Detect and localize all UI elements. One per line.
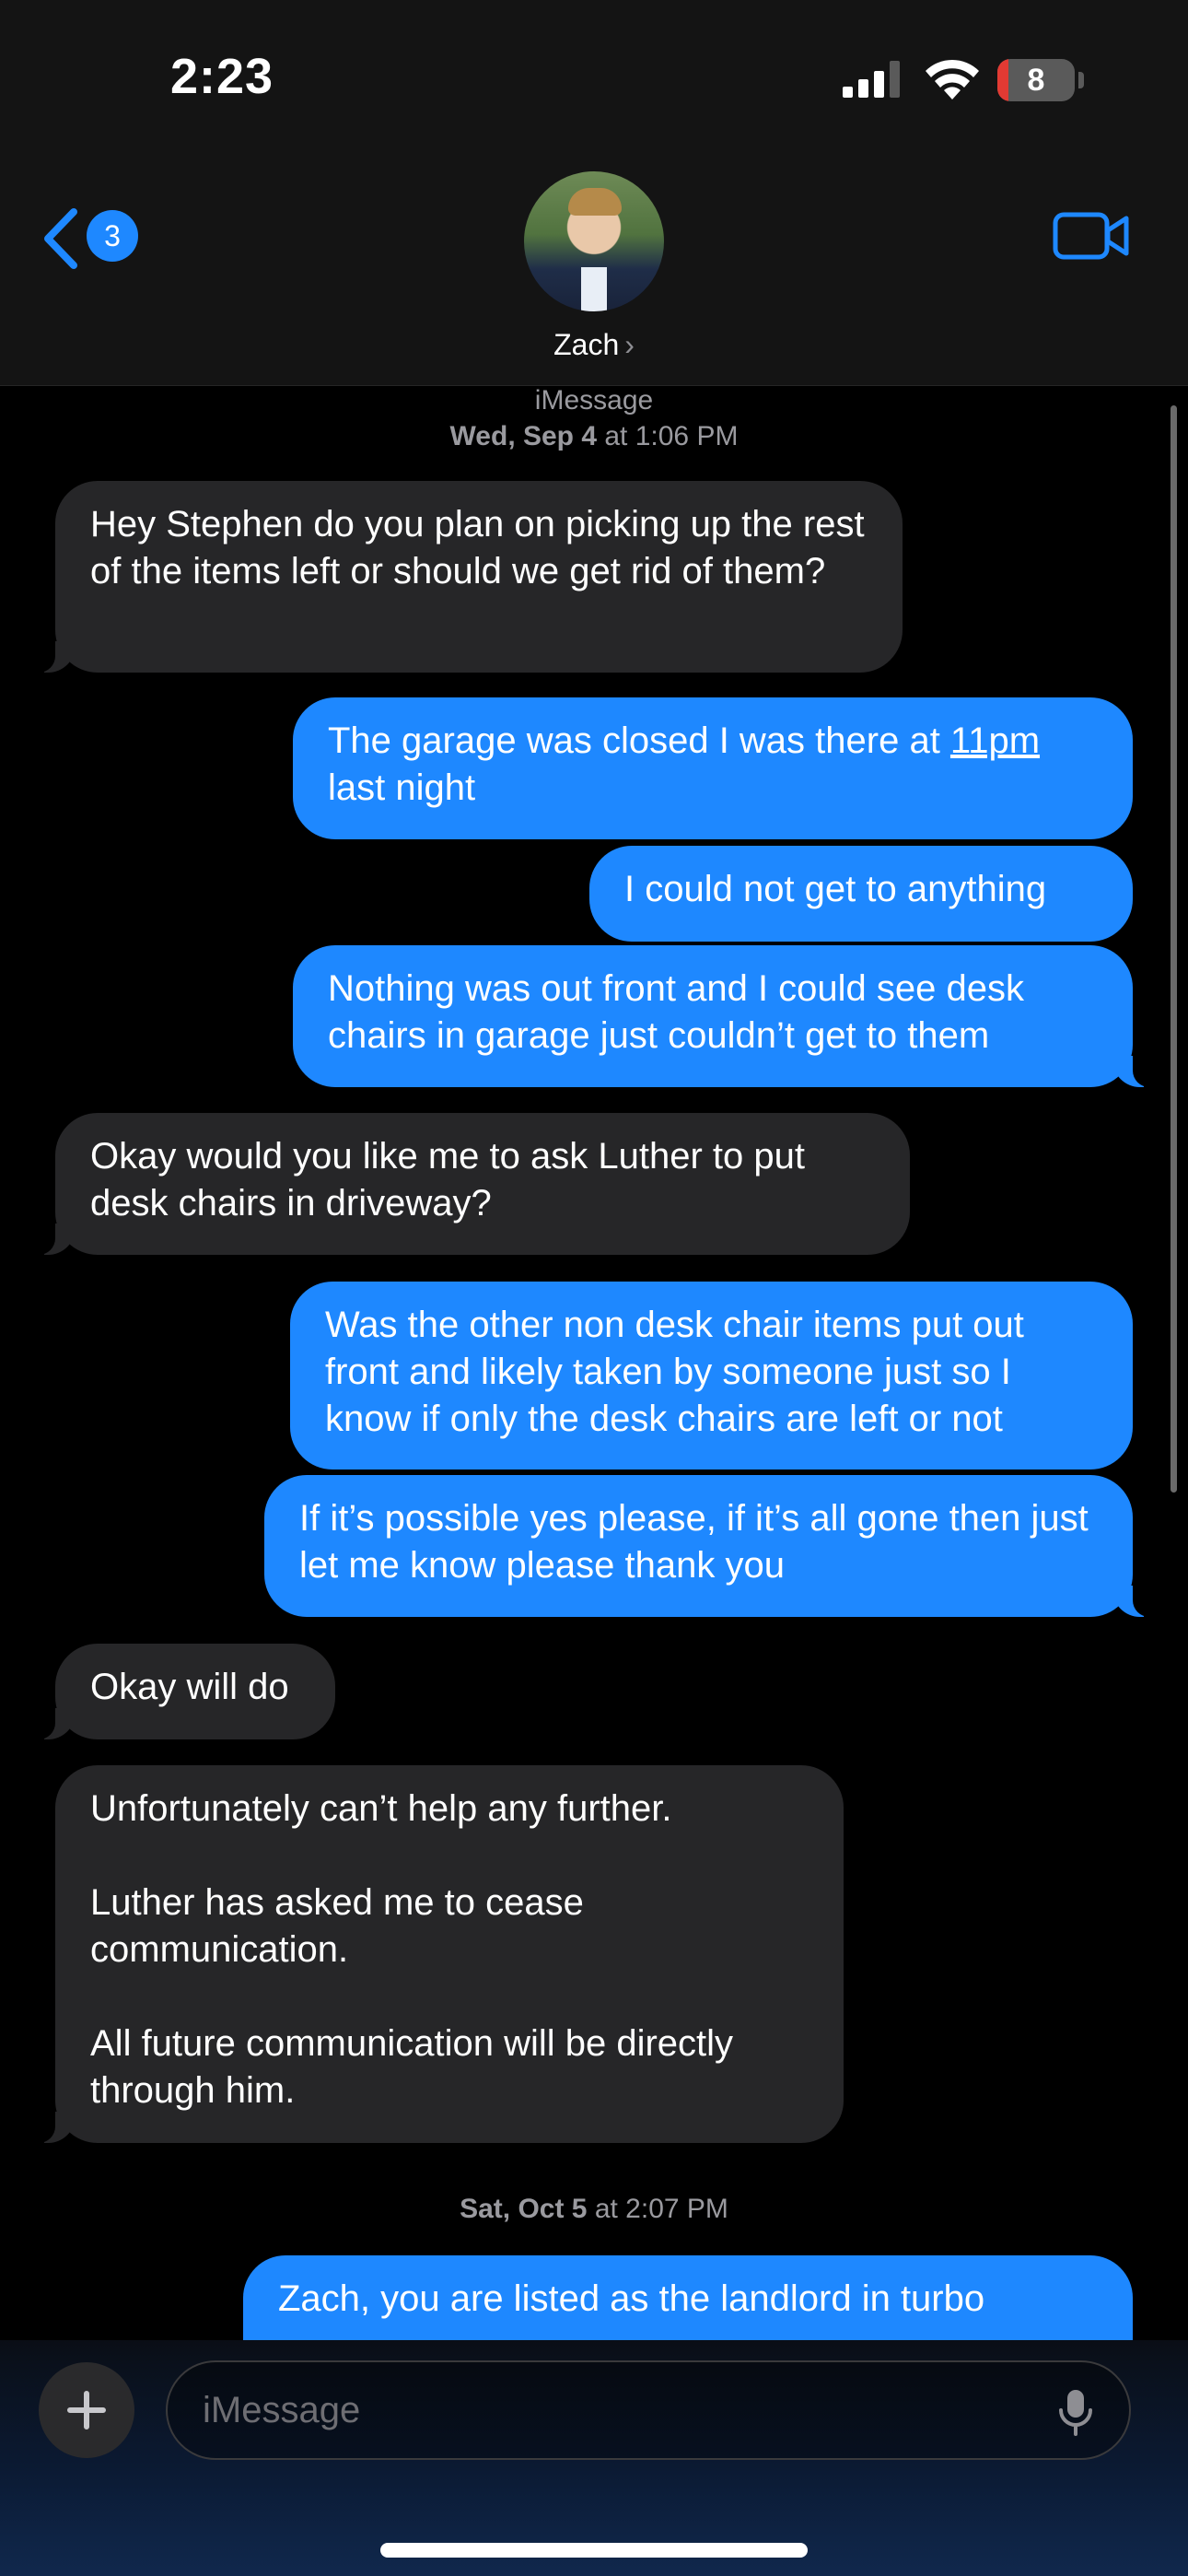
outgoing-message[interactable]: The garage was closed I was there at 11p… <box>293 697 1133 839</box>
incoming-message[interactable]: Okay would you like me to ask Luther to … <box>35 1113 910 1255</box>
unread-count-badge: 3 <box>87 210 138 262</box>
back-chevron-icon <box>44 208 77 269</box>
time-link[interactable]: 11pm <box>950 720 1040 761</box>
incoming-message[interactable]: Okay will do <box>35 1644 335 1739</box>
outgoing-message[interactable]: Nothing was out front and I could see de… <box>293 945 1153 1087</box>
contact-name: Zach <box>553 328 620 361</box>
timestamp: Wed, Sep 4 at 1:06 PM <box>449 421 739 451</box>
add-attachment-button[interactable] <box>39 2362 134 2458</box>
battery-level: 8 <box>1027 63 1045 98</box>
outgoing-message[interactable]: Was the other non desk chair items put o… <box>290 1282 1133 1469</box>
video-call-icon[interactable] <box>1053 210 1130 262</box>
message-input[interactable]: iMessage <box>166 2360 1131 2460</box>
signal-icon <box>843 61 900 98</box>
status-bar: 2:23 8 <box>0 0 1188 157</box>
status-time: 2:23 <box>170 49 274 104</box>
incoming-message[interactable]: Hey Stephen do you plan on picking up th… <box>35 481 903 673</box>
microphone-icon[interactable] <box>1057 2388 1094 2436</box>
back-button[interactable]: 3 <box>41 205 142 278</box>
service-label: iMessage <box>534 385 654 416</box>
battery-icon: 8 <box>997 59 1086 101</box>
outgoing-message[interactable]: I could not get to anything <box>589 846 1133 942</box>
conversation-header: 3 Zach › <box>0 157 1188 386</box>
chevron-right-icon: › <box>624 328 635 361</box>
incoming-message[interactable]: Unfortunately can’t help any further. Lu… <box>35 1765 844 2143</box>
plus-icon <box>67 2391 106 2430</box>
scrollbar[interactable] <box>1171 405 1177 1493</box>
contact-avatar[interactable] <box>524 171 664 311</box>
timestamp: Sat, Oct 5 at 2:07 PM <box>460 2194 728 2224</box>
outgoing-message[interactable]: If it’s possible yes please, if it’s all… <box>264 1475 1153 1617</box>
contact-name-button[interactable]: Zach › <box>0 328 1188 362</box>
wifi-icon <box>926 59 979 100</box>
message-input-placeholder: iMessage <box>203 2390 361 2430</box>
home-indicator[interactable] <box>380 2543 808 2558</box>
message-composer: iMessage <box>0 2340 1188 2576</box>
